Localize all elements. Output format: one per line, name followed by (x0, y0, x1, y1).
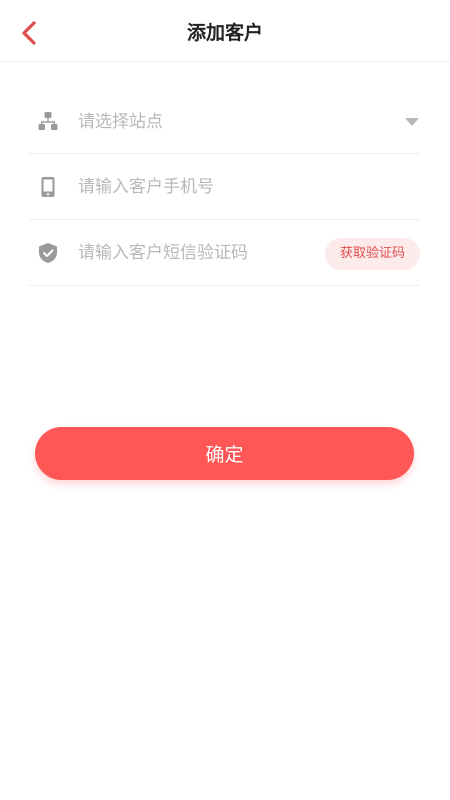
shield-check-icon (37, 242, 59, 264)
page-title: 添加客户 (186, 22, 263, 44)
phone-icon (37, 176, 59, 198)
confirm-button[interactable]: 确定 (35, 427, 414, 480)
site-select[interactable]: 请选择站点 (29, 88, 420, 154)
header: 添加客户 (0, 0, 450, 62)
get-code-button[interactable]: 获取验证码 (324, 238, 420, 270)
caret-down-icon[interactable] (405, 118, 419, 126)
phone-row (29, 154, 420, 220)
site-select-placeholder: 请选择站点 (78, 112, 163, 132)
sitemap-icon (37, 110, 59, 132)
phone-input[interactable] (78, 154, 308, 220)
customer-form: 请选择站点 获取验证码 (29, 88, 420, 286)
sms-code-row: 获取验证码 (29, 220, 420, 286)
sms-code-input[interactable] (78, 220, 308, 286)
